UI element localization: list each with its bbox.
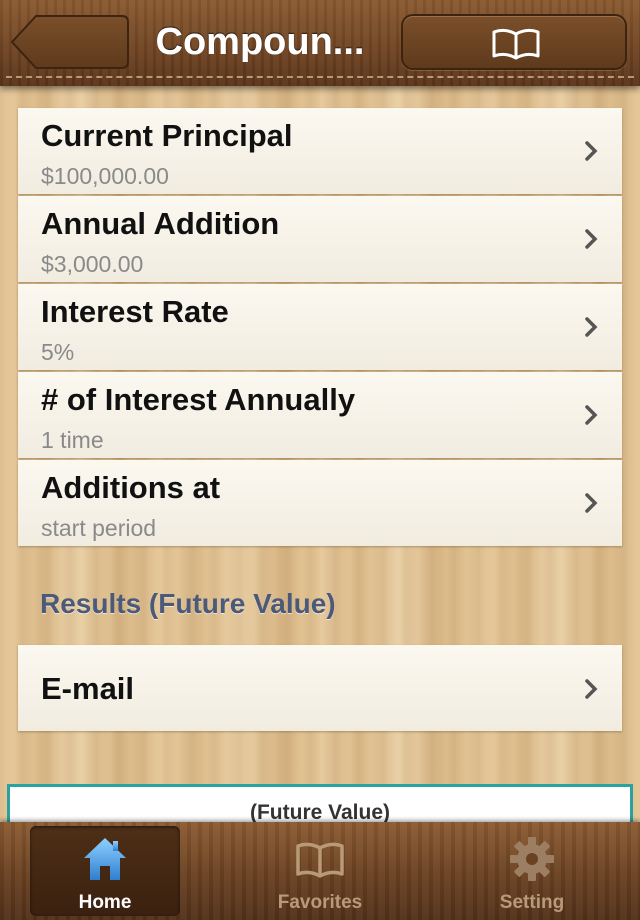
email-label: E-mail bbox=[41, 671, 135, 706]
row-additions-at[interactable]: Additions at start period bbox=[18, 460, 622, 546]
chevron-right-icon bbox=[585, 141, 598, 161]
chevron-right-icon bbox=[585, 493, 598, 513]
row-label: Interest Rate bbox=[41, 294, 229, 329]
row-value: 5% bbox=[41, 339, 75, 365]
tab-home[interactable]: Home bbox=[30, 826, 180, 916]
tab-label: Favorites bbox=[277, 892, 363, 913]
book-icon bbox=[492, 28, 540, 60]
chevron-right-icon bbox=[585, 679, 598, 699]
email-row[interactable]: E-mail bbox=[18, 645, 622, 731]
tab-bar: Home Favorites Setting bbox=[0, 822, 640, 920]
back-arrow-icon bbox=[10, 15, 129, 69]
tab-label: Home bbox=[78, 892, 132, 913]
row-label: Annual Addition bbox=[41, 206, 280, 241]
back-button[interactable] bbox=[10, 14, 130, 70]
chevron-right-icon bbox=[585, 317, 598, 337]
gear-icon bbox=[510, 837, 554, 881]
stitch-divider bbox=[6, 76, 634, 78]
row-interest-annually[interactable]: # of Interest Annually 1 time bbox=[18, 372, 622, 458]
book-icon bbox=[296, 842, 344, 878]
row-label: Current Principal bbox=[41, 118, 293, 153]
results-section-header: Results (Future Value) bbox=[40, 588, 336, 619]
navigation-bar: Compoun... bbox=[0, 0, 640, 86]
chevron-right-icon bbox=[585, 229, 598, 249]
chevron-right-icon bbox=[585, 405, 598, 425]
tab-label: Setting bbox=[499, 892, 565, 913]
row-annual-addition[interactable]: Annual Addition $3,000.00 bbox=[18, 196, 622, 282]
tab-setting[interactable]: Setting bbox=[457, 826, 607, 916]
row-label: # of Interest Annually bbox=[41, 382, 356, 417]
page-title: Compoun... bbox=[155, 21, 365, 63]
row-current-principal[interactable]: Current Principal $100,000.00 bbox=[18, 108, 622, 194]
row-interest-rate[interactable]: Interest Rate 5% bbox=[18, 284, 622, 370]
bookmarks-button[interactable] bbox=[401, 14, 627, 70]
input-list: Current Principal $100,000.00 Annual Add… bbox=[18, 108, 622, 548]
row-value: 1 time bbox=[41, 427, 104, 453]
row-label: Additions at bbox=[41, 470, 221, 505]
row-value: $3,000.00 bbox=[41, 251, 144, 277]
row-value: start period bbox=[41, 515, 157, 541]
tab-favorites[interactable]: Favorites bbox=[245, 826, 395, 916]
home-icon bbox=[84, 838, 126, 880]
row-value: $100,000.00 bbox=[41, 163, 169, 189]
